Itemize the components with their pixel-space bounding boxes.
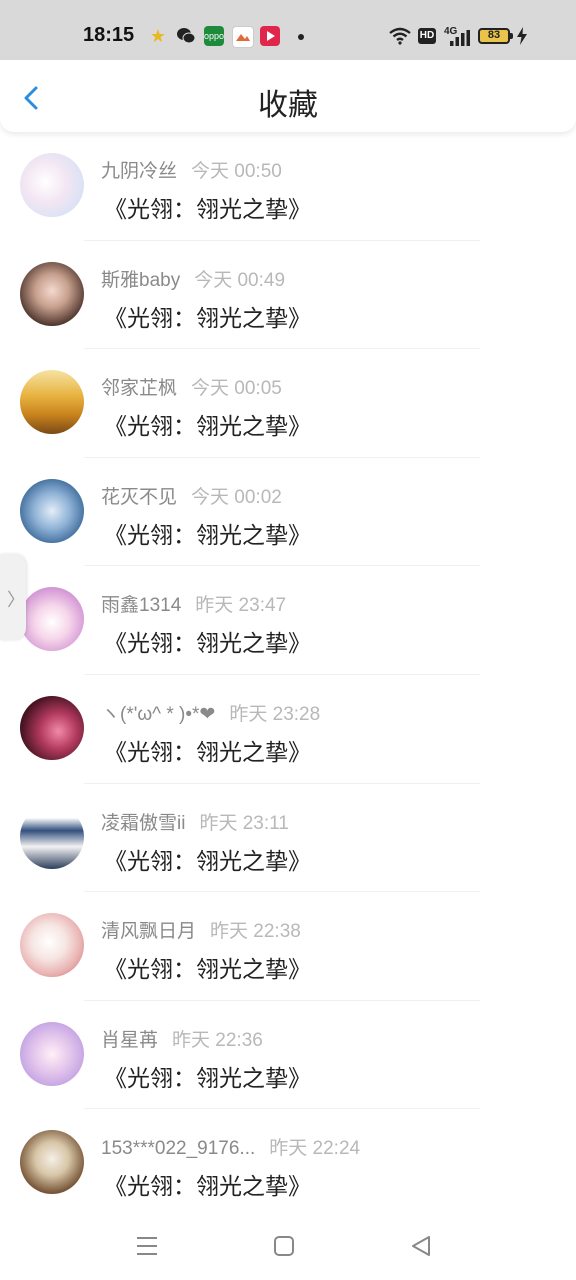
list-item[interactable]: 153***022_9176... 昨天 22:24 《光翎：翎光之挚》: [0, 1109, 576, 1218]
header: 收藏: [0, 60, 576, 132]
signal-icon: [450, 30, 470, 46]
avatar[interactable]: [20, 587, 84, 652]
time-label: 今天 00:49: [194, 269, 286, 291]
time-label: 昨天 22:36: [172, 1029, 263, 1051]
side-handle-chevron-icon: 〉: [7, 590, 25, 611]
home-icon[interactable]: [270, 1232, 298, 1260]
item-title[interactable]: 《光翎：翎光之挚》: [104, 733, 311, 767]
wechat-icon: [176, 26, 196, 46]
battery-tip: [510, 33, 513, 39]
list-item[interactable]: 清风飘日月 昨天 22:38 《光翎：翎光之挚》: [0, 892, 576, 1001]
user-name[interactable]: 斯雅baby: [101, 270, 180, 291]
list-item[interactable]: 肖星苒 昨天 22:36 《光翎：翎光之挚》: [0, 1001, 576, 1110]
list-item[interactable]: 邻家芷枫 今天 00:05 《光翎：翎光之挚》: [0, 349, 576, 458]
avatar[interactable]: [20, 1021, 84, 1086]
gallery-app-icon: [232, 26, 254, 48]
side-handle[interactable]: 〉: [0, 554, 26, 640]
battery-indicator: 83: [478, 28, 510, 44]
item-title[interactable]: 《光翎：翎光之挚》: [104, 516, 311, 550]
user-name[interactable]: 肖星苒: [101, 1030, 158, 1051]
user-name[interactable]: ヽ(*'ω^ * )•*❤: [101, 704, 215, 725]
item-title[interactable]: 《光翎：翎光之挚》: [104, 1167, 311, 1201]
video-app-icon: [260, 26, 280, 46]
time-label: 今天 00:02: [191, 486, 282, 508]
page-title: 收藏: [258, 88, 318, 123]
time-label: 昨天 23:47: [195, 595, 287, 617]
user-name[interactable]: 清风飘日月: [101, 921, 196, 942]
time-label: 昨天 22:24: [269, 1138, 361, 1160]
avatar[interactable]: [20, 804, 84, 869]
item-title[interactable]: 《光翎：翎光之挚》: [104, 842, 311, 876]
user-name[interactable]: 邻家芷枫: [101, 378, 177, 399]
item-title[interactable]: 《光翎：翎光之挚》: [104, 1059, 311, 1093]
list-item[interactable]: 花灭不见 今天 00:02 《光翎：翎光之挚》: [0, 458, 576, 567]
user-name[interactable]: 153***022_9176...: [101, 1138, 255, 1159]
wifi-icon: [389, 27, 411, 45]
star-app-icon: ★: [149, 26, 167, 46]
item-title[interactable]: 《光翎：翎光之挚》: [104, 950, 311, 984]
back-icon[interactable]: [407, 1232, 435, 1260]
list-item[interactable]: 凌霜傲雪ii 昨天 23:11 《光翎：翎光之挚》: [0, 784, 576, 893]
status-bar: 18:15 ★ oppo HD 4G 83: [0, 0, 576, 60]
item-title[interactable]: 《光翎：翎光之挚》: [104, 190, 311, 224]
avatar[interactable]: [20, 695, 84, 760]
user-name[interactable]: 雨鑫1314: [101, 595, 181, 616]
charging-icon: [517, 27, 527, 45]
status-time: 18:15: [83, 24, 135, 46]
user-name[interactable]: 花灭不见: [101, 487, 177, 508]
avatar[interactable]: [20, 913, 84, 978]
avatar[interactable]: [20, 1130, 84, 1195]
user-name[interactable]: 九阴冷丝: [101, 161, 177, 182]
list-item[interactable]: 雨鑫1314 昨天 23:47 《光翎：翎光之挚》: [0, 566, 576, 675]
oppo-app-icon: oppo: [204, 26, 224, 46]
item-title[interactable]: 《光翎：翎光之挚》: [104, 407, 311, 441]
time-label: 昨天 22:38: [210, 921, 301, 943]
avatar[interactable]: [20, 478, 84, 543]
avatar[interactable]: [20, 261, 84, 326]
favorites-list: 九阴冷丝 今天 00:50 《光翎：翎光之挚》 斯雅baby 今天 00:49 《光…: [0, 132, 576, 1218]
menu-icon[interactable]: [133, 1232, 161, 1260]
avatar[interactable]: [20, 153, 84, 217]
item-title[interactable]: 《光翎：翎光之挚》: [104, 624, 311, 658]
hd-badge: HD: [418, 28, 436, 44]
battery-level: 83: [487, 29, 501, 41]
list-item[interactable]: 九阴冷丝 今天 00:50 《光翎：翎光之挚》: [0, 132, 576, 241]
time-label: 今天 00:50: [191, 161, 282, 182]
item-title[interactable]: 《光翎：翎光之挚》: [104, 299, 311, 333]
user-name[interactable]: 凌霜傲雪ii: [101, 813, 185, 834]
time-label: 昨天 23:11: [199, 812, 289, 834]
list-item[interactable]: ヽ(*'ω^ * )•*❤ 昨天 23:28 《光翎：翎光之挚》: [0, 675, 576, 784]
navigation-bar: [0, 1212, 576, 1280]
more-notifications-dot: [298, 34, 304, 40]
list-item[interactable]: 斯雅baby 今天 00:49 《光翎：翎光之挚》: [0, 241, 576, 350]
avatar[interactable]: [20, 370, 84, 435]
time-label: 今天 00:05: [191, 378, 282, 400]
time-label: 昨天 23:28: [229, 703, 321, 725]
